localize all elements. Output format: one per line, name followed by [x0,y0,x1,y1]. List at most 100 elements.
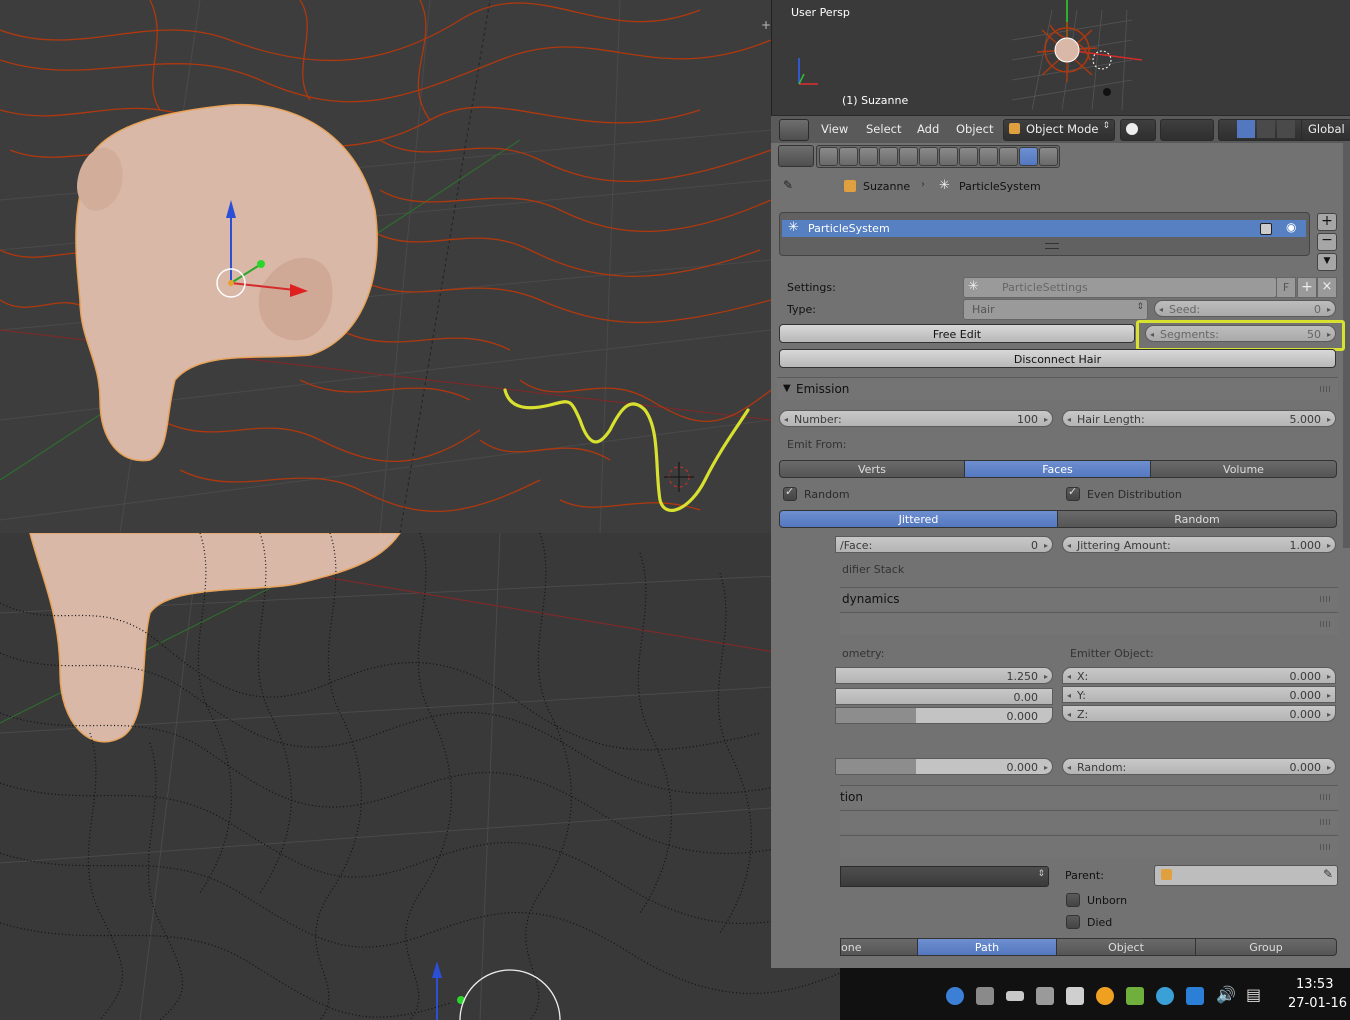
decrement-icon[interactable]: ◂ [1067,411,1071,428]
app-tray-icon[interactable] [946,987,964,1005]
drag-grip-icon[interactable] [1320,844,1332,850]
pin-icon[interactable]: ✎ [783,178,793,192]
increment-icon[interactable]: ▸ [1044,537,1048,554]
monitor-tray-icon[interactable] [976,987,994,1005]
tab-render-layers-icon[interactable] [839,147,858,166]
render-panel-header[interactable] [840,835,1338,858]
rotate-icon[interactable] [1257,120,1275,138]
speaker-icon[interactable]: 🔊 [1216,985,1236,1004]
tab-world-icon[interactable] [879,147,898,166]
increment-icon[interactable]: ▸ [1327,668,1331,685]
tab-material-icon[interactable] [979,147,998,166]
pivot-dropdown[interactable] [1160,119,1214,141]
unlink-settings-button[interactable]: × [1317,277,1337,298]
distribution-jittered[interactable]: Jittered [779,510,1058,528]
increment-icon[interactable]: ▸ [1327,411,1331,428]
decrement-icon[interactable]: ◂ [1067,668,1071,685]
tab-particles-icon[interactable] [1019,147,1038,166]
render-toggle-icon[interactable] [1260,223,1272,235]
tab-render-icon[interactable] [819,147,838,166]
size-field[interactable]: 0.000 ▸ [835,758,1053,775]
particles-per-face-field[interactable]: /Face: 0 ▸ [835,536,1053,553]
hair-length-field[interactable]: ◂ Hair Length: 5.000 ▸ [1062,410,1336,427]
random-checkbox[interactable] [783,485,797,501]
number-field[interactable]: ◂ Number: 100 ▸ [779,410,1053,427]
increment-icon[interactable]: ▸ [1327,301,1331,318]
tab-constraints-icon[interactable] [919,147,938,166]
nvidia-tray-icon[interactable] [1126,987,1144,1005]
properties-editor-type-button[interactable] [778,145,814,167]
update-tray-icon[interactable] [1096,987,1114,1005]
died-checkbox[interactable] [1066,915,1080,929]
render-as-object[interactable]: Object [1056,938,1196,956]
increment-icon[interactable]: ▸ [1327,706,1331,723]
emit-from-verts[interactable]: Verts [779,460,965,478]
object-y-field[interactable]: ◂ Y: 0.000 ▸ [1062,686,1336,703]
decrement-icon[interactable]: ◂ [1067,537,1071,554]
viewport-top[interactable] [0,0,771,533]
render-as-path[interactable]: Path [917,938,1057,956]
tab-data-icon[interactable] [959,147,978,166]
increment-icon[interactable]: ▸ [1327,687,1331,704]
menu-add[interactable]: Add [917,120,939,139]
disconnect-hair-button[interactable]: Disconnect Hair [779,349,1336,368]
tab-physics-icon[interactable] [1039,147,1058,166]
emit-from-volume[interactable]: Volume [1150,460,1337,478]
distribution-random[interactable]: Random [1057,510,1337,528]
tab-object-icon[interactable] [899,147,918,166]
rotation-factor-field[interactable]: 0.000 [835,707,1053,724]
fake-user-button[interactable]: F [1276,277,1296,298]
printer-tray-icon[interactable] [1036,987,1054,1005]
increment-icon[interactable]: ▸ [1044,411,1048,428]
decrement-icon[interactable]: ◂ [1067,706,1071,723]
jittering-amount-field[interactable]: ◂ Jittering Amount: 1.000 ▸ [1062,536,1336,553]
slot-specials-button[interactable]: ▼ [1317,253,1337,271]
unborn-checkbox[interactable] [1066,893,1080,907]
eyedropper-icon[interactable]: ✎ [1323,867,1333,881]
increment-icon[interactable]: ▸ [1327,537,1331,554]
settings-datablock-field[interactable]: ✳ ParticleSettings [963,277,1277,298]
increment-icon[interactable]: ▸ [1044,668,1048,685]
notifications-icon[interactable]: ▤ [1246,985,1261,1004]
drag-grip-icon[interactable] [1320,596,1332,602]
editor-type-button[interactable] [779,119,809,141]
eye-icon[interactable]: ◉ [1286,220,1296,234]
object-z-field[interactable]: ◂ Z: 0.000 ▸ [1062,705,1336,722]
random-size-field[interactable]: ◂ Random: 0.000 ▸ [1062,758,1336,775]
decrement-icon[interactable]: ◂ [1067,687,1071,704]
drag-grip-icon[interactable] [1320,621,1332,627]
remove-slot-button[interactable]: − [1317,233,1337,251]
object-x-field[interactable]: ◂ X: 0.000 ▸ [1062,667,1336,684]
drag-grip-icon[interactable] [1320,794,1332,800]
type-dropdown[interactable]: Hair ⇕ [963,299,1148,320]
viewport-mini[interactable]: User Persp (1) Suzanne + [761,0,1350,115]
tab-modifiers-icon[interactable] [939,147,958,166]
rotation-panel-header[interactable]: tion [840,785,1338,808]
decrement-icon[interactable]: ◂ [1067,759,1071,776]
normal-field[interactable]: 1.250 ▸ [835,667,1053,684]
shading-dropdown[interactable] [1120,119,1156,141]
add-slot-button[interactable]: + [1317,213,1337,231]
seed-field[interactable]: ◂ Seed: 0 ▸ [1154,300,1336,317]
resize-grip[interactable] [1045,243,1059,249]
collapsed-panel-header[interactable] [840,612,1338,635]
tab-texture-icon[interactable] [999,147,1018,166]
tab-scene-icon[interactable] [859,147,878,166]
decrement-icon[interactable]: ◂ [1159,301,1163,318]
material-dropdown[interactable]: ⇕ [840,866,1049,887]
parent-object-field[interactable]: ✎ [1154,865,1338,886]
menu-select[interactable]: Select [866,120,901,139]
mode-dropdown[interactable]: Object Mode ⇕ [1003,119,1115,141]
particle-system-list[interactable]: ✳ ParticleSystem ◉ [779,212,1310,256]
viewport-bottom-canvas[interactable] [0,533,840,1020]
drag-grip-icon[interactable] [1320,386,1332,392]
menu-view[interactable]: View [821,120,848,139]
network-globe-icon[interactable] [1156,987,1174,1005]
increment-icon[interactable]: ▸ [1044,759,1048,776]
battery-tray-icon[interactable] [1006,991,1024,1001]
viewport-bottom[interactable] [0,533,840,1020]
menu-object[interactable]: Object [956,120,993,139]
even-distribution-checkbox[interactable] [1066,485,1080,501]
increment-icon[interactable]: ▸ [1327,759,1331,776]
particle-system-list-item[interactable]: ✳ ParticleSystem ◉ [782,220,1306,237]
